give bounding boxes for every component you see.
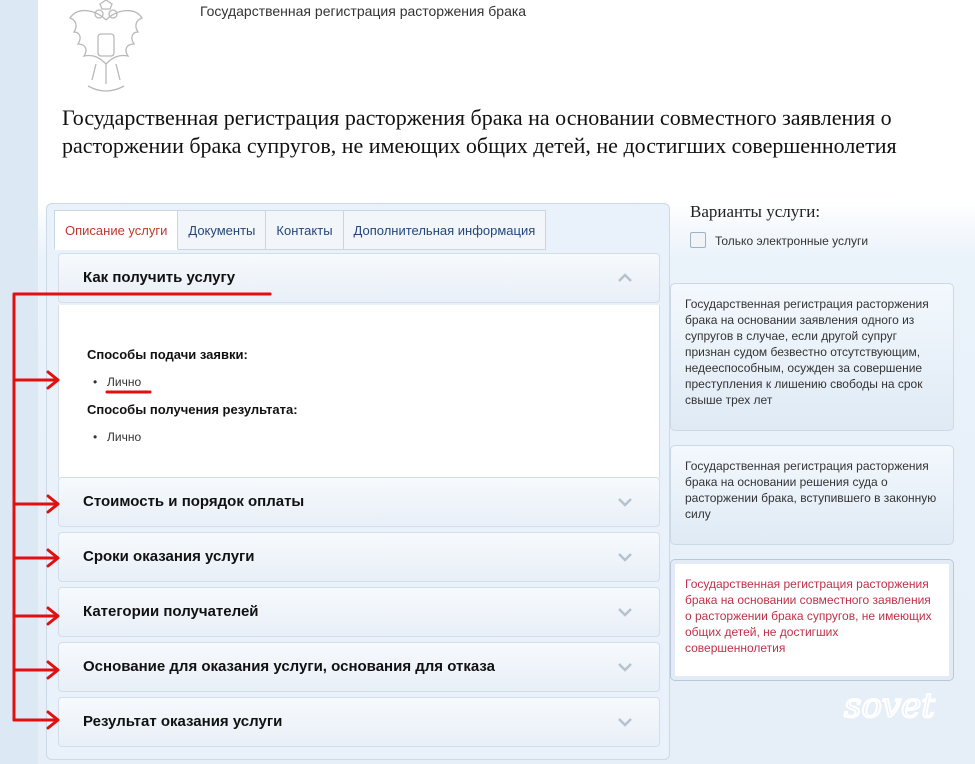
chevron-down-icon[interactable] (615, 657, 635, 677)
submit-methods-heading: Способы подачи заявки: (87, 347, 248, 362)
variant-card-selected[interactable]: Государственная регистрация расторжения … (670, 559, 954, 681)
submit-method-item: Лично (93, 375, 141, 389)
tab-description[interactable]: Описание услуги (54, 210, 179, 250)
tab-documents[interactable]: Документы (178, 210, 267, 250)
accordion-title: Основание для оказания услуги, основания… (83, 658, 495, 675)
chevron-down-icon[interactable] (615, 547, 635, 567)
svg-text:sovet: sovet (844, 686, 935, 726)
chevron-down-icon[interactable] (615, 492, 635, 512)
accordion-item-result[interactable]: Результат оказания услуги (58, 697, 660, 747)
electronic-only-label[interactable]: Только электронные услуги (715, 234, 868, 248)
result-methods-heading: Способы получения результата: (87, 402, 298, 417)
accordion-item-grounds[interactable]: Основание для оказания услуги, основания… (58, 642, 660, 692)
accordion-item-how-to-get[interactable]: Как получить услугу (58, 253, 660, 303)
chevron-down-icon[interactable] (615, 602, 635, 622)
accordion-title: Категории получателей (83, 603, 259, 620)
accordion-title: Результат оказания услуги (83, 713, 283, 730)
coat-of-arms-icon (68, 0, 144, 92)
accordion-body: Способы подачи заявки: Лично Способы пол… (58, 305, 660, 478)
accordion-title: Как получить услугу (83, 269, 236, 286)
chevron-up-icon[interactable] (615, 268, 635, 288)
page-title: Государственная регистрация расторжения … (62, 105, 897, 158)
tab-bar: Описание услуги Документы Контакты Допол… (54, 210, 547, 250)
result-method-item: Лично (93, 430, 141, 444)
electronic-only-checkbox[interactable] (690, 232, 706, 248)
accordion-title: Сроки оказания услуги (83, 548, 255, 565)
accordion-item-recipients[interactable]: Категории получателей (58, 587, 660, 637)
variant-card[interactable]: Государственная регистрация расторжения … (670, 445, 954, 545)
accordion-item-terms[interactable]: Сроки оказания услуги (58, 532, 660, 582)
watermark-logo: sovet (843, 685, 936, 727)
chevron-down-icon[interactable] (615, 712, 635, 732)
accordion-item-cost[interactable]: Стоимость и порядок оплаты (58, 477, 660, 527)
variants-title: Варианты услуги: (690, 202, 821, 221)
site-section-title: Государственная регистрация расторжения … (200, 3, 527, 19)
tab-contacts[interactable]: Контакты (266, 210, 344, 250)
accordion-title: Стоимость и порядок оплаты (83, 493, 305, 510)
tab-additional-info[interactable]: Дополнительная информация (343, 210, 547, 250)
variant-card[interactable]: Государственная регистрация расторжения … (670, 283, 954, 431)
